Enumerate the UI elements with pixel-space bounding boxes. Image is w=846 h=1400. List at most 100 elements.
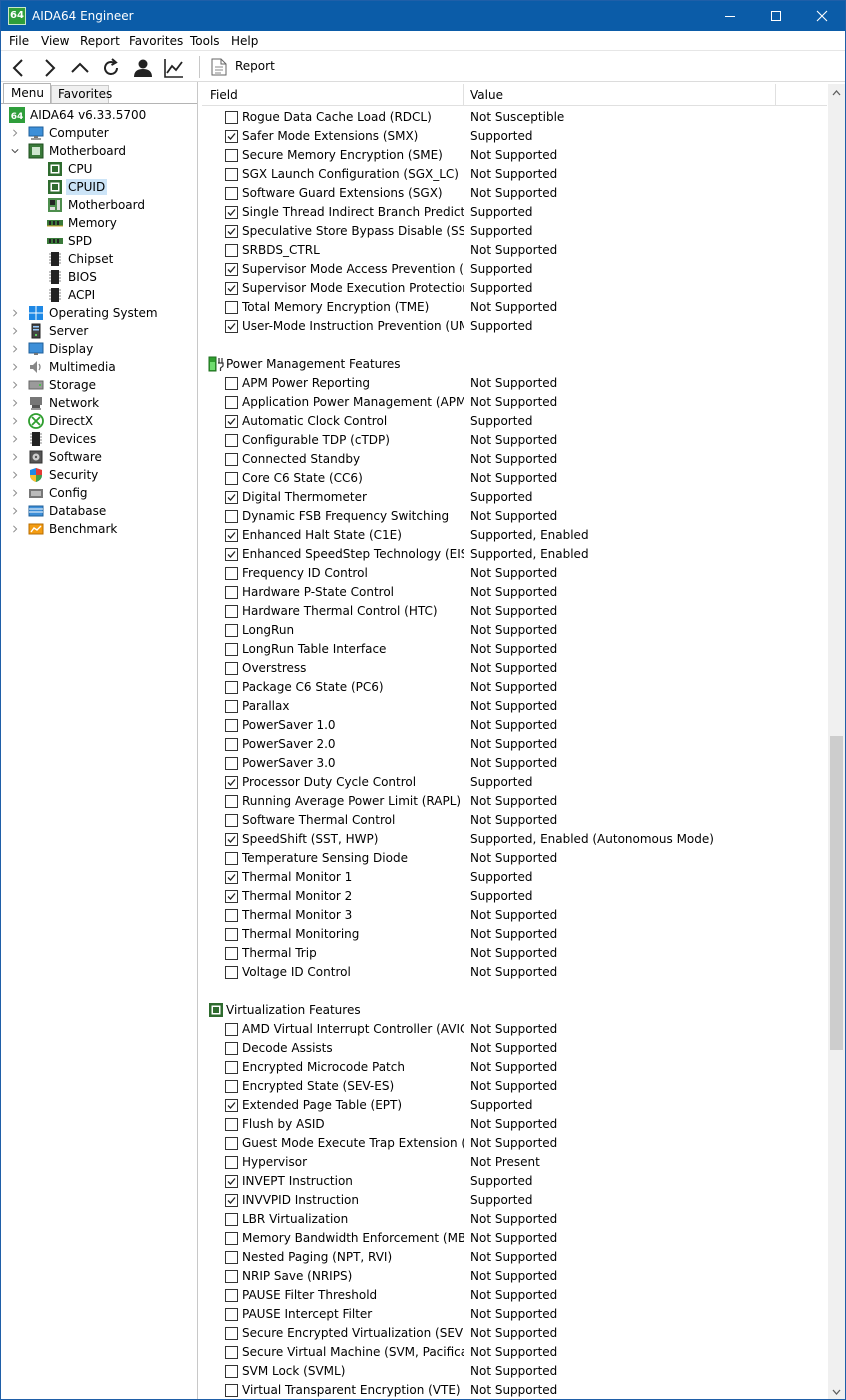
tree-item[interactable]: Display [1, 340, 197, 358]
chevron-right-icon[interactable] [11, 434, 19, 444]
feature-row[interactable]: INVEPT Instruction Supported [202, 1172, 827, 1191]
tree-item[interactable]: Chipset [1, 250, 197, 268]
feature-row[interactable]: Encrypted Microcode Patch Not Supported [202, 1058, 827, 1077]
up-button[interactable] [66, 54, 94, 80]
feature-row[interactable]: Total Memory Encryption (TME) Not Support… [202, 298, 827, 317]
scroll-up-button[interactable] [828, 84, 845, 101]
feature-row[interactable]: Rogue Data Cache Load (RDCL) Not Suscepti… [202, 108, 827, 127]
chevron-right-icon[interactable] [11, 344, 19, 354]
feature-row[interactable]: Guest Mode Execute Trap Extension (G... N… [202, 1134, 827, 1153]
feature-row[interactable]: Speculative Store Bypass Disable (SSBD) S… [202, 222, 827, 241]
feature-row[interactable]: PAUSE Intercept Filter Not Supported [202, 1305, 827, 1324]
tree-item[interactable]: SPD [1, 232, 197, 250]
tree-item[interactable]: Server [1, 322, 197, 340]
tree-item[interactable]: Motherboard [1, 142, 197, 160]
feature-row[interactable]: Temperature Sensing Diode Not Supported [202, 849, 827, 868]
scroll-down-button[interactable] [828, 1383, 845, 1399]
tree-item[interactable]: Security [1, 466, 197, 484]
feature-row[interactable]: Supervisor Mode Execution Protection (..… [202, 279, 827, 298]
feature-row[interactable]: Software Guard Extensions (SGX) Not Suppo… [202, 184, 827, 203]
chart-button[interactable] [160, 54, 188, 80]
feature-row[interactable]: SpeedShift (SST, HWP) Supported, Enabled … [202, 830, 827, 849]
feature-row[interactable]: SGX Launch Configuration (SGX_LC) Not Sup… [202, 165, 827, 184]
feature-row[interactable]: Flush by ASID Not Supported [202, 1115, 827, 1134]
feature-row[interactable]: Decode Assists Not Supported [202, 1039, 827, 1058]
feature-row[interactable]: Configurable TDP (cTDP) Not Supported [202, 431, 827, 450]
feature-row[interactable]: LBR Virtualization Not Supported [202, 1210, 827, 1229]
feature-row[interactable]: LongRun Not Supported [202, 621, 827, 640]
feature-row[interactable]: SVM Lock (SVML) Not Supported [202, 1362, 827, 1381]
feature-row[interactable]: Thermal Trip Not Supported [202, 944, 827, 963]
chevron-right-icon[interactable] [11, 488, 19, 498]
feature-row[interactable]: Secure Encrypted Virtualization (SEV) Not… [202, 1324, 827, 1343]
tree-item[interactable]: Devices [1, 430, 197, 448]
tab-favorites[interactable]: Favorites [51, 85, 112, 103]
back-button[interactable] [5, 54, 33, 80]
feature-row[interactable]: Nested Paging (NPT, RVI) Not Supported [202, 1248, 827, 1267]
feature-row[interactable]: Connected Standby Not Supported [202, 450, 827, 469]
feature-row[interactable]: PAUSE Filter Threshold Not Supported [202, 1286, 827, 1305]
feature-row[interactable]: Hardware Thermal Control (HTC) Not Suppor… [202, 602, 827, 621]
feature-row[interactable]: PowerSaver 2.0 Not Supported [202, 735, 827, 754]
close-button[interactable] [799, 1, 845, 31]
feature-row[interactable]: Parallax Not Supported [202, 697, 827, 716]
maximize-button[interactable] [753, 1, 799, 31]
menu-favorites[interactable]: Favorites [129, 33, 183, 49]
minimize-button[interactable] [707, 1, 753, 31]
menu-view[interactable]: View [41, 33, 69, 49]
feature-row[interactable]: User-Mode Instruction Prevention (UMIP) S… [202, 317, 827, 336]
tree-item[interactable]: 64 AIDA64 v6.33.5700 [1, 106, 197, 124]
feature-row[interactable]: Thermal Monitor 2 Supported [202, 887, 827, 906]
menu-file[interactable]: File [9, 33, 29, 49]
feature-row[interactable]: Hypervisor Not Present [202, 1153, 827, 1172]
tree-item[interactable]: Operating System [1, 304, 197, 322]
refresh-button[interactable] [97, 54, 125, 80]
column-header-field[interactable]: Field [202, 84, 464, 106]
chevron-right-icon[interactable] [11, 308, 19, 318]
feature-row[interactable]: Secure Memory Encryption (SME) Not Suppor… [202, 146, 827, 165]
chevron-right-icon[interactable] [11, 470, 19, 480]
feature-row[interactable]: Voltage ID Control Not Supported [202, 963, 827, 982]
feature-row[interactable]: Hardware P-State Control Not Supported [202, 583, 827, 602]
chevron-right-icon[interactable] [11, 380, 19, 390]
tree-item[interactable]: Database [1, 502, 197, 520]
feature-row[interactable]: Core C6 State (CC6) Not Supported [202, 469, 827, 488]
tree-item[interactable]: Benchmark [1, 520, 197, 538]
feature-row[interactable]: Thermal Monitor 1 Supported [202, 868, 827, 887]
feature-row[interactable]: Processor Duty Cycle Control Supported [202, 773, 827, 792]
feature-row[interactable]: Software Thermal Control Not Supported [202, 811, 827, 830]
feature-row[interactable]: Running Average Power Limit (RAPL) Not Su… [202, 792, 827, 811]
feature-row[interactable]: Application Power Management (APM) Not Su… [202, 393, 827, 412]
report-button[interactable]: Report [209, 55, 279, 79]
chevron-down-icon[interactable] [11, 146, 19, 156]
chevron-right-icon[interactable] [11, 452, 19, 462]
feature-row[interactable]: Enhanced SpeedStep Technology (EIST, ...… [202, 545, 827, 564]
tree-item[interactable]: Network [1, 394, 197, 412]
feature-row[interactable]: Encrypted State (SEV-ES) Not Supported [202, 1077, 827, 1096]
feature-row[interactable]: Automatic Clock Control Supported [202, 412, 827, 431]
tree-item[interactable]: Config [1, 484, 197, 502]
tree-item[interactable]: BIOS [1, 268, 197, 286]
feature-row[interactable]: Virtual Transparent Encryption (VTE) Not … [202, 1381, 827, 1399]
tree-item[interactable]: ACPI [1, 286, 197, 304]
chevron-right-icon[interactable] [11, 128, 19, 138]
feature-row[interactable]: Safer Mode Extensions (SMX) Supported [202, 127, 827, 146]
chevron-right-icon[interactable] [11, 506, 19, 516]
feature-row[interactable]: Extended Page Table (EPT) Supported [202, 1096, 827, 1115]
vertical-scrollbar[interactable] [828, 84, 845, 1399]
feature-row[interactable]: Dynamic FSB Frequency Switching Not Suppo… [202, 507, 827, 526]
feature-row[interactable]: AMD Virtual Interrupt Controller (AVIC) N… [202, 1020, 827, 1039]
feature-row[interactable]: SRBDS_CTRL Not Supported [202, 241, 827, 260]
feature-row[interactable]: Thermal Monitor 3 Not Supported [202, 906, 827, 925]
feature-row[interactable]: PowerSaver 1.0 Not Supported [202, 716, 827, 735]
tree-item[interactable]: Multimedia [1, 358, 197, 376]
forward-button[interactable] [35, 54, 63, 80]
menu-help[interactable]: Help [231, 33, 258, 49]
tree-item[interactable]: Computer [1, 124, 197, 142]
column-header-value[interactable]: Value [464, 84, 776, 106]
chevron-right-icon[interactable] [11, 524, 19, 534]
feature-row[interactable]: INVVPID Instruction Supported [202, 1191, 827, 1210]
tree-item[interactable]: DirectX [1, 412, 197, 430]
tree-item[interactable]: CPUID [1, 178, 197, 196]
scroll-thumb[interactable] [830, 736, 843, 1050]
